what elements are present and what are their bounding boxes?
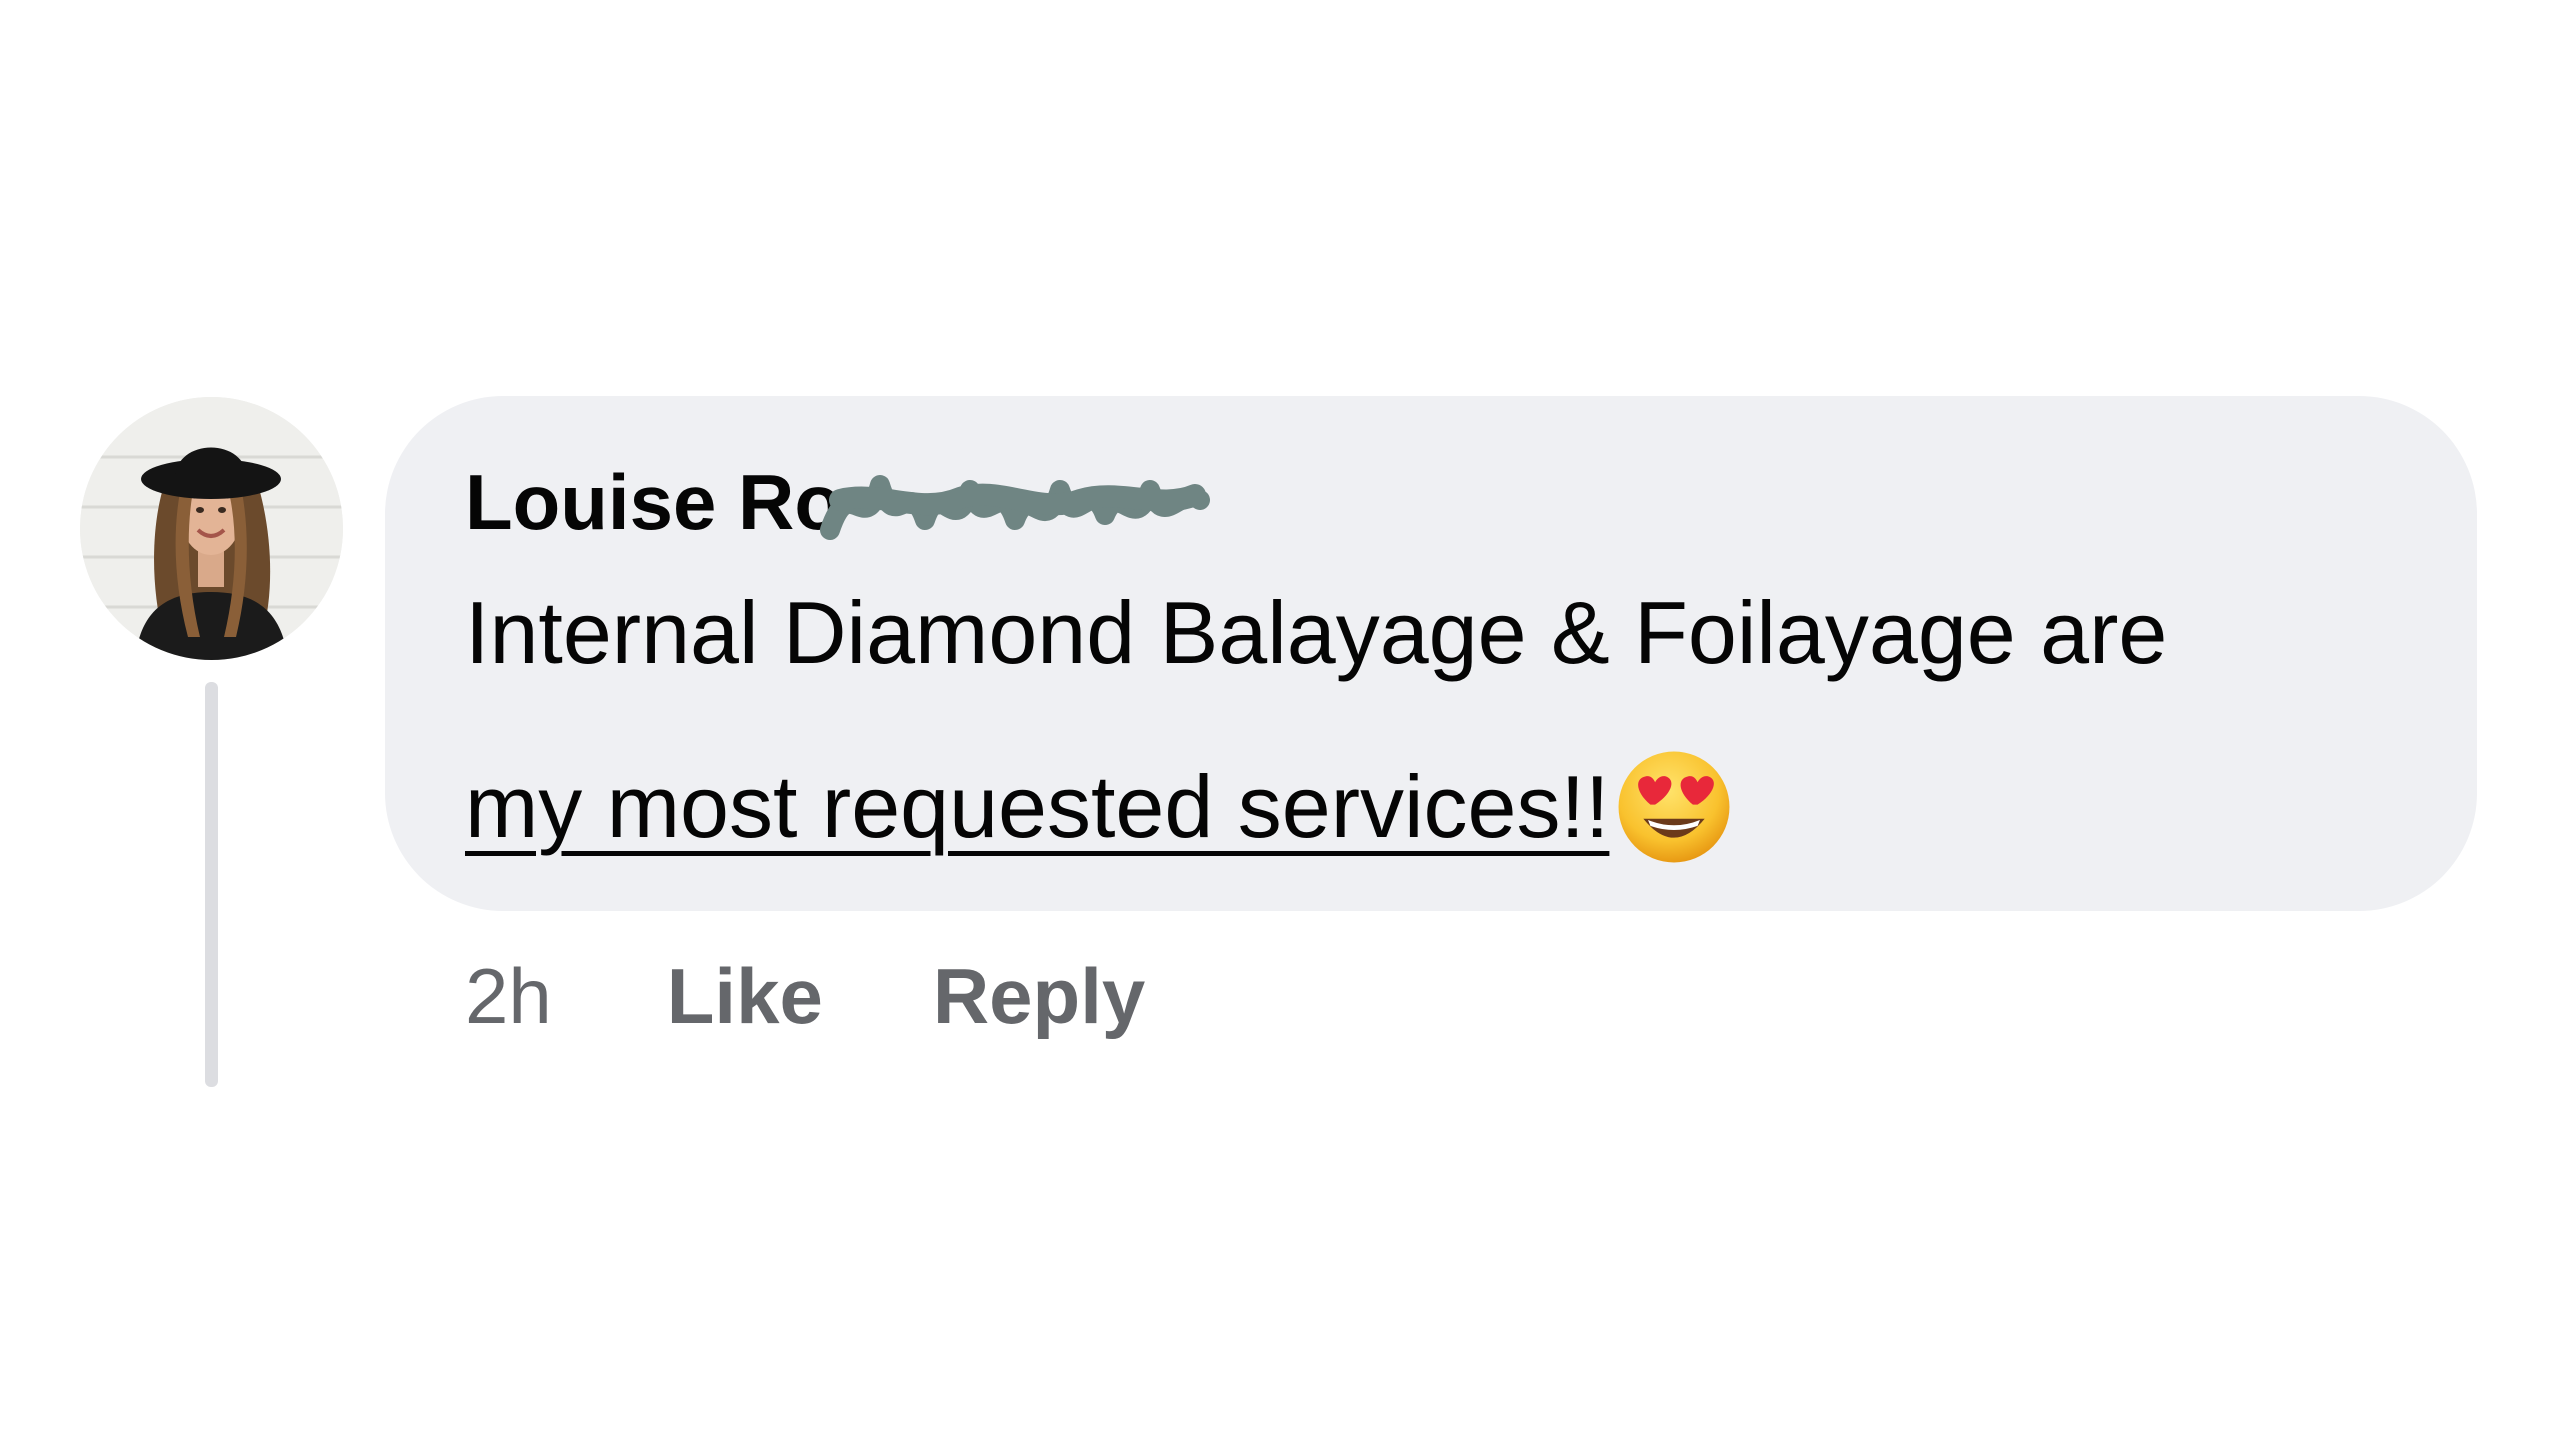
comment-thread: Louise Ro Internal Diamond Balayage & Fo… (0, 0, 2556, 1440)
heart-eyes-emoji-icon (1615, 748, 1733, 866)
like-button[interactable]: Like (667, 946, 823, 1046)
comment-timestamp[interactable]: 2h (465, 946, 552, 1046)
comment-author-name[interactable]: Louise Ro (465, 452, 842, 552)
redaction-scribble (820, 475, 1210, 540)
reply-button[interactable]: Reply (933, 946, 1145, 1046)
comment-text: Internal Diamond Balayage & Foilayage ar… (465, 583, 2168, 682)
avatar[interactable] (80, 397, 343, 660)
comment-text-continued: my most requested services!! (465, 748, 1733, 866)
comment-link[interactable]: my most requested services!! (465, 752, 1609, 862)
comment-actions: 2h Like Reply (465, 946, 1255, 1046)
thread-line (205, 682, 218, 1087)
